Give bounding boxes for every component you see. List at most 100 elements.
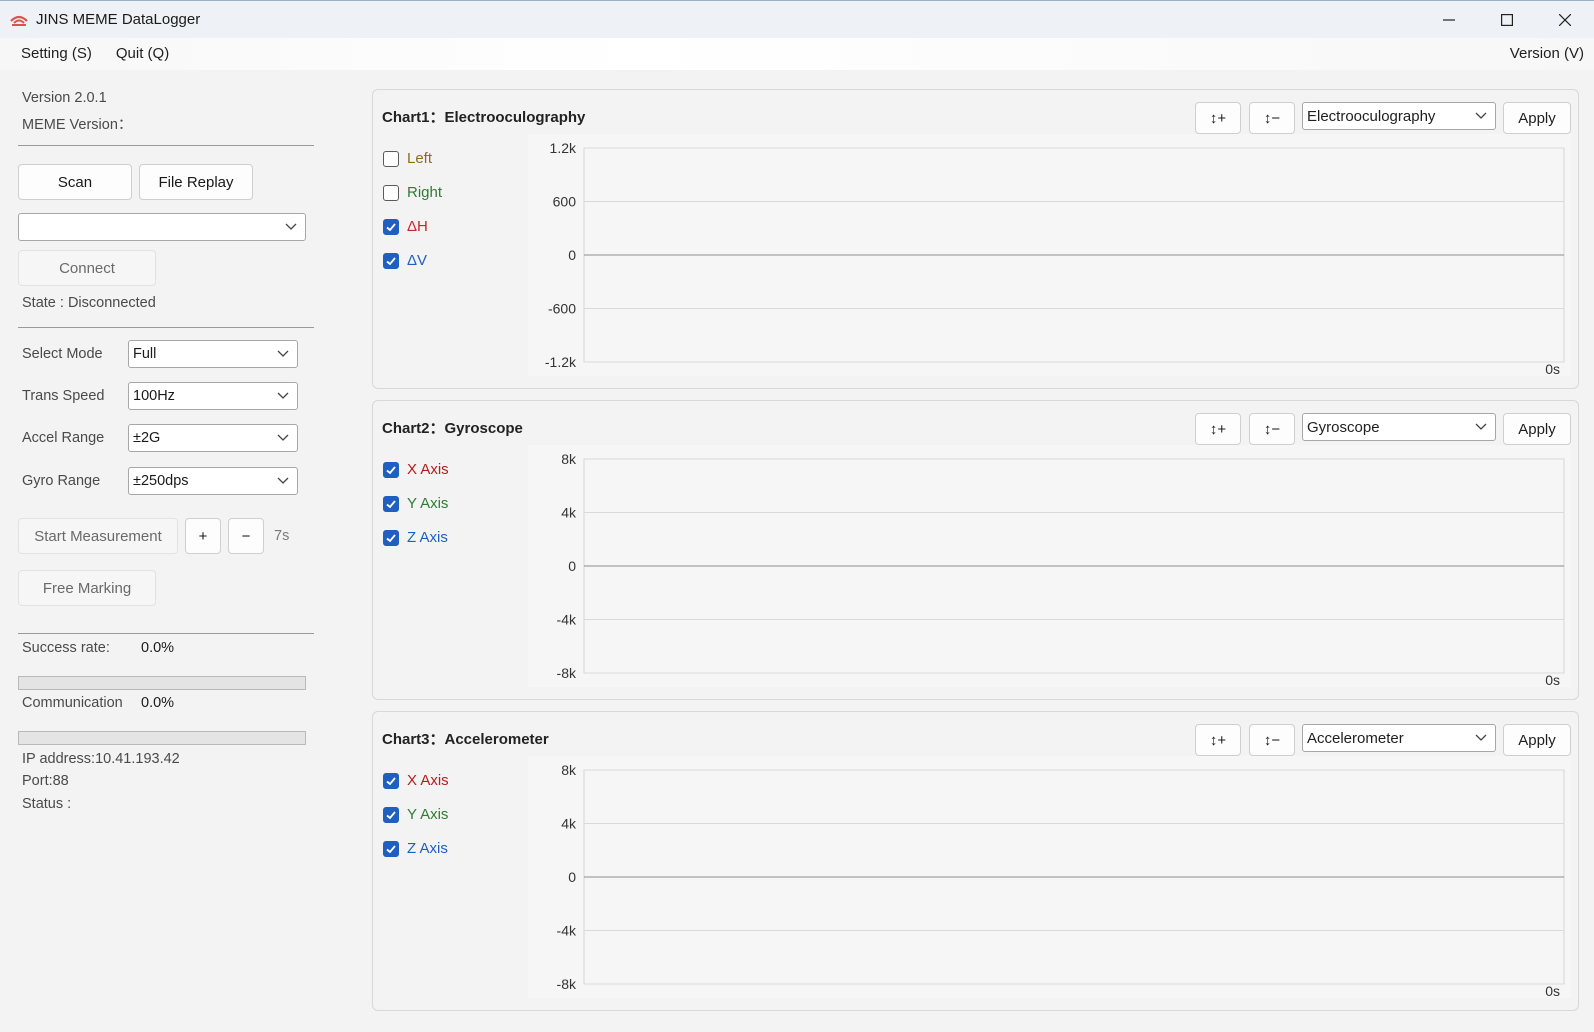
- menu-setting[interactable]: Setting (S): [9, 38, 104, 70]
- scan-button[interactable]: Scan: [18, 164, 132, 200]
- menu-quit[interactable]: Quit (Q): [104, 38, 181, 70]
- version-label: Version 2.0.1: [22, 90, 107, 106]
- menu-bar: Setting (S) Quit (Q) Version (V): [0, 38, 1594, 70]
- gyro-range-value: ±250dps: [133, 473, 189, 489]
- series-label: ΔV: [407, 252, 428, 269]
- control-panel: Version 2.0.1 MEME Version： Scan File Re…: [0, 70, 350, 1032]
- zoom-out-button[interactable]: ↕−: [1249, 102, 1295, 134]
- series-toggle[interactable]: X Axis: [383, 461, 449, 478]
- zoom-in-button[interactable]: ↕+: [1195, 413, 1241, 445]
- checkbox-checked-icon[interactable]: [383, 529, 399, 546]
- zoom-in-button[interactable]: ↕+: [1195, 102, 1241, 134]
- y-tick-label: 4k: [561, 505, 577, 521]
- close-icon: [1559, 14, 1571, 26]
- series-toggle[interactable]: Y Axis: [383, 806, 448, 823]
- ip-address-text: IP address:10.41.193.42: [22, 751, 180, 767]
- chart-type-dropdown[interactable]: Accelerometer: [1302, 724, 1496, 752]
- window-title: JINS MEME DataLogger: [36, 11, 201, 28]
- divider: [18, 633, 314, 634]
- chart-panel-2: Chart2：Gyroscope ↕+ ↕− Gyroscope Apply X A…: [372, 400, 1579, 700]
- series-label: ΔH: [407, 218, 428, 235]
- series-toggle[interactable]: ΔH: [383, 218, 428, 235]
- checkbox-checked-icon[interactable]: [383, 495, 399, 512]
- series-toggle[interactable]: X Axis: [383, 772, 449, 789]
- accel-range-dropdown[interactable]: ±2G: [128, 424, 298, 452]
- checkbox-checked-icon[interactable]: [383, 218, 399, 235]
- menu-version[interactable]: Version (V): [1510, 38, 1584, 70]
- success-rate-progress: [18, 676, 306, 690]
- series-toggle[interactable]: ΔV: [383, 252, 427, 269]
- chart-panel-1: Chart1：Electrooculography ↕+ ↕− Electroocu…: [372, 89, 1579, 389]
- checkbox-checked-icon[interactable]: [383, 772, 399, 789]
- duration-increase-button[interactable]: +: [185, 518, 221, 554]
- apply-button[interactable]: Apply: [1503, 724, 1571, 756]
- chevron-down-icon: [1475, 423, 1487, 430]
- chevron-down-icon: [277, 392, 289, 399]
- minimize-button[interactable]: [1420, 1, 1478, 39]
- series-label: X Axis: [407, 461, 449, 478]
- series-label: Z Axis: [407, 529, 448, 546]
- checkbox-checked-icon[interactable]: [383, 840, 399, 857]
- x-tick-label: 0s: [1545, 672, 1560, 687]
- duration-value: 7s: [274, 528, 290, 544]
- y-tick-label: 8k: [561, 762, 577, 778]
- connection-state: State : Disconnected: [22, 295, 156, 311]
- trans-speed-value: 100Hz: [133, 388, 175, 404]
- device-select[interactable]: [18, 213, 306, 241]
- checkbox-checked-icon[interactable]: [383, 806, 399, 823]
- apply-button[interactable]: Apply: [1503, 102, 1571, 134]
- zoom-out-button[interactable]: ↕−: [1249, 724, 1295, 756]
- series-toggle[interactable]: Z Axis: [383, 529, 448, 546]
- accel-range-label: Accel Range: [22, 430, 105, 446]
- connect-button[interactable]: Connect: [18, 250, 156, 286]
- divider: [18, 145, 314, 146]
- series-label: X Axis: [407, 772, 449, 789]
- duration-decrease-button[interactable]: −: [228, 518, 264, 554]
- chart-type-dropdown[interactable]: Gyroscope: [1302, 413, 1496, 441]
- series-toggle[interactable]: Right: [383, 184, 442, 201]
- file-replay-button[interactable]: File Replay: [139, 164, 253, 200]
- y-tick-label: 1.2k: [550, 140, 577, 156]
- close-button[interactable]: [1536, 1, 1594, 39]
- zoom-out-button[interactable]: ↕−: [1249, 413, 1295, 445]
- select-mode-dropdown[interactable]: Full: [128, 340, 298, 368]
- series-label: Left: [407, 150, 433, 167]
- gyro-range-dropdown[interactable]: ±250dps: [128, 467, 298, 495]
- y-tick-label: -4k: [557, 612, 577, 628]
- chart-plot-area: 8k 4k 0 -4k -8k 0s: [528, 756, 1571, 998]
- zoom-in-button[interactable]: ↕+: [1195, 724, 1241, 756]
- checkbox-unchecked-icon[interactable]: [383, 150, 399, 167]
- chart-type-dropdown[interactable]: Electrooculography: [1302, 102, 1496, 130]
- y-tick-label: 0: [568, 558, 576, 574]
- maximize-button[interactable]: [1478, 1, 1536, 39]
- chart-svg: 1.2k 600 0 -600 -1.2k 0s: [545, 140, 1565, 376]
- y-tick-label: 0: [568, 869, 576, 885]
- meme-version-label: MEME Version：: [22, 117, 133, 133]
- checkbox-checked-icon[interactable]: [383, 252, 399, 269]
- y-tick-label: -8k: [557, 976, 577, 992]
- series-label: Right: [407, 184, 443, 201]
- series-toggle[interactable]: Y Axis: [383, 495, 448, 512]
- y-tick-label: 0: [568, 247, 576, 263]
- maximize-icon: [1501, 14, 1513, 26]
- series-toggle[interactable]: Left: [383, 150, 432, 167]
- apply-button[interactable]: Apply: [1503, 413, 1571, 445]
- communication-progress: [18, 731, 306, 745]
- checkbox-checked-icon[interactable]: [383, 461, 399, 478]
- chart-title: Chart2：Gyroscope: [382, 420, 523, 437]
- y-tick-label: -4k: [557, 923, 577, 939]
- free-marking-button[interactable]: Free Marking: [18, 570, 156, 606]
- checkbox-unchecked-icon[interactable]: [383, 184, 399, 201]
- start-measurement-button[interactable]: Start Measurement: [18, 518, 178, 554]
- y-tick-label: 4k: [561, 816, 577, 832]
- select-mode-value: Full: [133, 346, 157, 362]
- chart-plot-area: 1.2k 600 0 -600 -1.2k 0s: [528, 134, 1571, 376]
- series-label: Y Axis: [407, 806, 449, 823]
- chart-title: Chart1：Electrooculography: [382, 109, 586, 126]
- chevron-down-icon: [277, 434, 289, 441]
- trans-speed-dropdown[interactable]: 100Hz: [128, 382, 298, 410]
- y-tick-label: -600: [548, 301, 576, 317]
- y-tick-label: 600: [553, 194, 577, 210]
- series-toggle[interactable]: Z Axis: [383, 840, 448, 857]
- chevron-down-icon: [277, 477, 289, 484]
